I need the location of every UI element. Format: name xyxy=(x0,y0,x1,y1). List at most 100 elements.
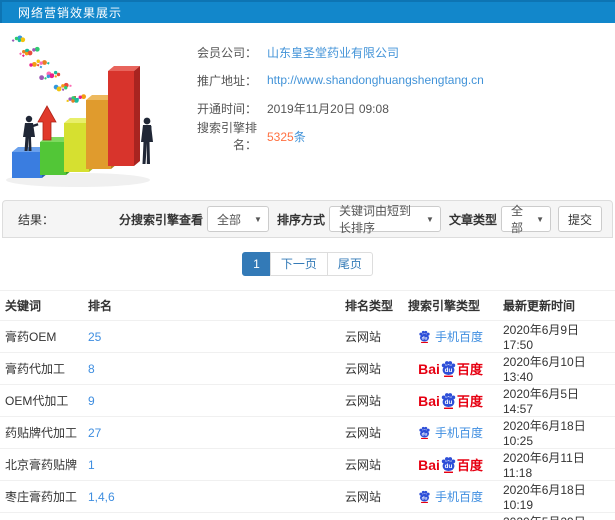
col-updated: 最新更新时间 xyxy=(498,290,615,321)
rank-type-cell: 云网站 xyxy=(340,320,403,353)
confetti-decoration xyxy=(11,35,87,103)
rank-type-cell: 云网站 xyxy=(340,384,403,417)
svg-text:du: du xyxy=(445,367,453,374)
member-company-label: 会员公司： xyxy=(196,45,257,60)
updated-time-cell: 2020年6月11日 11:18 xyxy=(498,448,615,481)
updated-time-cell: 2020年5月29日 10:32 xyxy=(498,512,615,520)
svg-text:du: du xyxy=(422,495,428,501)
engine-filter-value: 全部 xyxy=(216,212,241,227)
col-rank: 排名 xyxy=(83,290,340,321)
engine-rank-suffix: 条 xyxy=(293,129,306,144)
engine-filter-label: 分搜索引擎查看 xyxy=(118,212,203,227)
rank-cell: 1 xyxy=(83,448,340,481)
rank-link[interactable]: 8 xyxy=(88,362,95,376)
rank-cell: 27 xyxy=(83,416,340,449)
baidu-paw-icon: du xyxy=(441,457,456,473)
rank-type-cell: 云网站 xyxy=(340,416,403,449)
field-promo-url: 推广地址： http://www.shandonghuangshengtang.… xyxy=(185,66,615,94)
rank-link[interactable]: 25 xyxy=(88,330,101,344)
up-arrow-icon xyxy=(37,105,57,141)
promo-url-link[interactable]: http://www.shandonghuangshengtang.cn xyxy=(267,73,484,87)
rank-link[interactable]: 27 xyxy=(88,426,101,440)
col-rank-type: 排名类型 xyxy=(340,290,403,321)
table-row: OEM代加工 9 云网站 Bai du 百度 2020年6月5日 14:57 xyxy=(0,384,615,417)
open-time-label: 开通时间： xyxy=(196,101,257,116)
field-open-time: 开通时间： 2019年11月20日 09:08 xyxy=(185,94,615,122)
info-fields: 会员公司： 山东皇圣堂药业有限公司 推广地址： http://www.shand… xyxy=(185,30,615,190)
col-keyword: 关键词 xyxy=(0,290,83,321)
engine-type-cell: du 手机百度 xyxy=(403,416,498,449)
table-header-row: 关键词 排名 排名类型 搜索引擎类型 最新更新时间 xyxy=(0,290,615,321)
updated-time-cell: 2020年6月5日 14:57 xyxy=(498,384,615,417)
keyword-cell: 医疗器械厂家 xyxy=(0,512,83,520)
engine-type-cell: Baidu百度 xyxy=(403,448,498,481)
article-type-filter-select[interactable]: 全部 ▼ xyxy=(500,204,551,235)
keyword-cell: 膏药代加工 xyxy=(0,352,83,385)
rank-cell: 1,4,6 xyxy=(83,480,340,513)
keyword-cell: 北京膏药贴牌 xyxy=(0,448,83,481)
engine-type-cell: du 手机百度 xyxy=(403,320,498,353)
chevron-down-icon: ▼ xyxy=(426,214,434,224)
sort-filter-label: 排序方式 xyxy=(276,212,325,227)
col-engine-type: 搜索引擎类型 xyxy=(403,290,498,321)
engine-filter-select[interactable]: 全部 ▼ xyxy=(206,206,269,232)
keyword-cell: OEM代加工 xyxy=(0,384,83,417)
table-row: 药贴牌代加工 27 云网站 du 手机百度 2020年6月18日 10:25 xyxy=(0,416,615,449)
mobile-baidu-logo: du 手机百度 xyxy=(418,328,483,345)
svg-text:du: du xyxy=(445,399,453,406)
promo-chart-image xyxy=(6,35,153,187)
bar-red xyxy=(108,66,140,166)
page-button-last[interactable]: 尾页 xyxy=(326,252,373,276)
chevron-down-icon: ▼ xyxy=(254,214,262,224)
article-type-filter-label: 文章类型 xyxy=(448,212,497,227)
sort-filter-value: 关键词由短到长排序 xyxy=(338,204,411,235)
table-row: 枣庄膏药加工 1,4,6 云网站 du 手机百度 2020年6月18日 10:19 xyxy=(0,480,615,513)
page-button-current[interactable]: 1 xyxy=(242,252,271,276)
engine-rank-label: 搜索引擎排名： xyxy=(196,121,257,152)
baidu-paw-icon: du xyxy=(441,393,456,409)
baidu-paw-icon: du xyxy=(419,490,430,503)
field-engine-rank: 搜索引擎排名： 5325条 xyxy=(185,121,615,152)
member-company-link[interactable]: 山东皇圣堂药业有限公司 xyxy=(267,44,399,61)
rank-cell: 25 xyxy=(83,320,340,353)
engine-type-cell: Baidu百度 xyxy=(403,512,498,520)
keyword-cell: 枣庄膏药加工 xyxy=(0,480,83,513)
page-title: 网络营销效果展示 xyxy=(18,6,123,20)
rank-type-cell: 云网站 xyxy=(340,448,403,481)
keyword-cell: 药贴牌代加工 xyxy=(0,416,83,449)
engine-rank-count: 5325 xyxy=(267,129,294,144)
engine-type-cell: Baidu百度 xyxy=(403,352,498,385)
info-section: 会员公司： 山东皇圣堂药业有限公司 推广地址： http://www.shand… xyxy=(0,30,615,190)
rank-link[interactable]: 1 xyxy=(88,458,95,472)
updated-time-cell: 2020年6月18日 10:19 xyxy=(498,480,615,513)
results-table: 关键词 排名 排名类型 搜索引擎类型 最新更新时间 膏药OEM 25 云网站 du 手机… xyxy=(0,290,615,520)
table-row: 膏药代加工 8 云网站 Bai du 百度 2020年6月10日 13:40 xyxy=(0,352,615,385)
pagination: 1 下一页 尾页 xyxy=(0,252,615,276)
svg-text:du: du xyxy=(445,463,453,470)
sort-filter-select[interactable]: 关键词由短到长排序 ▼ xyxy=(328,204,441,235)
submit-button[interactable]: 提交 xyxy=(557,206,602,232)
table-row: 医疗器械厂家4云网站Baidu百度2020年5月29日 10:32 xyxy=(0,512,615,520)
baidu-logo: Baidu百度 xyxy=(418,360,483,377)
mobile-baidu-logo: du 手机百度 xyxy=(418,488,483,505)
keyword-cell: 膏药OEM xyxy=(0,320,83,353)
promo-url-label: 推广地址： xyxy=(196,73,257,88)
open-time-value: 2019年11月20日 09:08 xyxy=(267,101,389,116)
baidu-logo: Baidu百度 xyxy=(418,392,483,409)
baidu-paw-icon: du xyxy=(441,361,456,377)
rank-link[interactable]: 1,4,6 xyxy=(88,490,115,504)
results-table-body: 膏药OEM 25 云网站 du 手机百度 2020年6月9日 17:50 膏药代加工 8 云网站… xyxy=(0,320,615,520)
svg-text:du: du xyxy=(422,335,428,341)
updated-time-cell: 2020年6月9日 17:50 xyxy=(498,320,615,353)
baidu-paw-icon: du xyxy=(419,426,430,439)
results-filter-bar: 结果： 分搜索引擎查看 全部 ▼ 排序方式 关键词由短到长排序 ▼ 文章类型 全… xyxy=(2,200,613,238)
rank-link[interactable]: 9 xyxy=(88,394,95,408)
rank-cell: 8 xyxy=(83,352,340,385)
page-button-next[interactable]: 下一页 xyxy=(269,252,328,276)
baidu-logo: Baidu百度 xyxy=(418,456,483,473)
chevron-down-icon: ▼ xyxy=(536,214,544,224)
businessman-left xyxy=(23,115,39,151)
rank-type-cell: 云网站 xyxy=(340,480,403,513)
article-type-filter-value: 全部 xyxy=(510,204,523,235)
mobile-baidu-logo: du 手机百度 xyxy=(418,424,483,441)
